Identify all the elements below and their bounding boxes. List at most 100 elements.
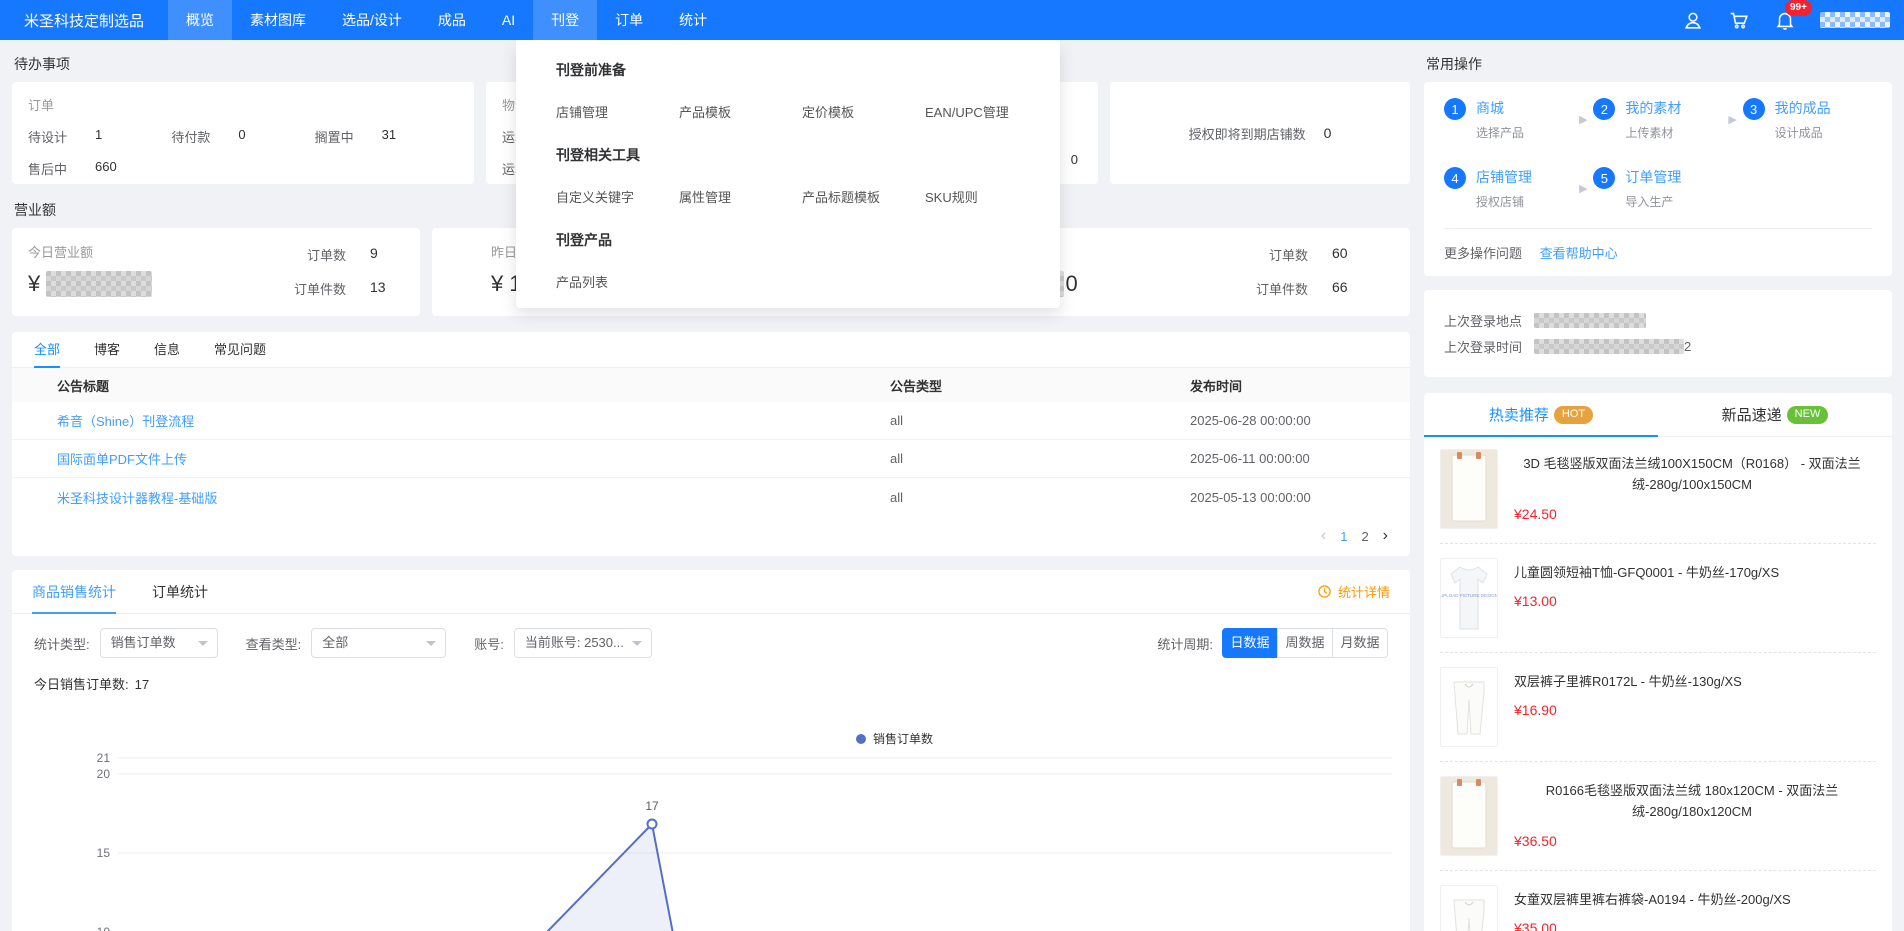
announcement-tab-faq[interactable]: 常见问题 (214, 332, 266, 368)
chart-peak-point[interactable] (648, 820, 657, 829)
menu-item-title-template[interactable]: 产品标题模板 (802, 187, 925, 206)
yesterday-piece-count: 订单件数 66 (1256, 279, 1366, 298)
yesterday-order-count: 订单数 60 (1256, 245, 1366, 264)
step-arrow-icon: ▶ (1573, 167, 1593, 210)
stat-type-select[interactable]: 销售订单数 (100, 628, 218, 658)
menu-item-pricing-template[interactable]: 定价模板 (802, 102, 925, 121)
pagination-page-2[interactable]: 2 (1361, 529, 1368, 544)
today-sales-count: 今日销售订单数:17 (12, 658, 1410, 693)
tab-hot-sellers[interactable]: 热卖推荐 HOT (1424, 393, 1658, 436)
pagination-next-icon[interactable]: › (1383, 527, 1388, 545)
common-ops-footer: 更多操作问题 查看帮助中心 (1444, 229, 1872, 262)
svg-text:UPLOAD PICTURE DESIGN: UPLOAD PICTURE DESIGN (1441, 593, 1497, 598)
product-image-blanket (1440, 449, 1498, 529)
announcement-link[interactable]: 国际面单PDF文件上传 (57, 449, 890, 468)
redacted-login-time (1534, 339, 1684, 354)
product-title: 女童双层裤里裤右裤袋-A0194 - 牛奶丝-200g/XS (1514, 889, 1870, 910)
view-type-select[interactable]: 全部 (311, 628, 446, 658)
announcement-link[interactable]: 米圣科技设计器教程-基础版 (57, 488, 890, 507)
publish-menu-section: 刊登前准备 店铺管理 产品模板 定价模板 EAN/UPC管理 (556, 60, 1060, 121)
svg-text:21: 21 (97, 751, 111, 765)
account-select[interactable]: 当前账号: 2530... (514, 628, 652, 658)
step-mall[interactable]: 1 商城选择产品 (1444, 98, 1573, 141)
stat-pending-payment[interactable]: 待付款 0 (171, 127, 314, 146)
publish-menu-section: 刊登产品 产品列表 (556, 230, 1060, 291)
announcement-tab-info[interactable]: 信息 (154, 332, 180, 368)
help-center-link[interactable]: 查看帮助中心 (1540, 246, 1618, 261)
product-image-blanket (1440, 776, 1498, 856)
period-month-button[interactable]: 月数据 (1332, 628, 1388, 658)
menu-item-ean-upc[interactable]: EAN/UPC管理 (925, 102, 1048, 121)
product-tabs: 热卖推荐 HOT 新品速递 NEW (1424, 393, 1892, 437)
pagination-prev-icon[interactable]: ‹ (1321, 527, 1326, 545)
nav-item-statistics[interactable]: 统计 (661, 0, 725, 40)
common-ops-card: 1 商城选择产品 ▶ 2 我的素材上传素材 ▶ 3 我的成品设计成品 4 (1424, 82, 1892, 276)
product-list-item[interactable]: 3D 毛毯竖版双面法兰绒100X150CM（R0168） - 双面法兰绒-280… (1424, 437, 1892, 541)
menu-item-sku-rules[interactable]: SKU规则 (925, 187, 1048, 206)
sales-line-chart: 21 20 15 10 17 (24, 740, 1404, 931)
pagination-page-1[interactable]: 1 (1340, 529, 1347, 544)
publish-menu-section-title: 刊登相关工具 (556, 145, 1060, 165)
product-price: ¥16.90 (1514, 702, 1870, 718)
menu-item-custom-keywords[interactable]: 自定义关键字 (556, 187, 679, 206)
more-questions-label: 更多操作问题 (1444, 246, 1522, 261)
today-order-count: 订单数 9 (294, 245, 404, 264)
announcement-row: 希音（Shine）刊登流程 all 2025-06-28 00:00:00 (12, 402, 1410, 440)
svg-text:15: 15 (97, 846, 111, 860)
step-my-finished[interactable]: 3 我的成品设计成品 (1743, 98, 1872, 141)
cart-icon[interactable] (1728, 9, 1750, 31)
product-title: 儿童圆领短袖T恤-GFQ0001 - 牛奶丝-170g/XS (1514, 562, 1870, 583)
nav-item-material-library[interactable]: 素材图库 (232, 0, 324, 40)
nav-item-select-design[interactable]: 选品/设计 (324, 0, 420, 40)
announcement-tab-blog[interactable]: 博客 (94, 332, 120, 368)
customer-service-icon[interactable] (1682, 9, 1704, 31)
last-login-card: 上次登录地点 上次登录时间 2 (1424, 290, 1892, 377)
stat-after-sale[interactable]: 售后中 660 (28, 159, 178, 178)
nav-item-publish[interactable]: 刊登 (533, 0, 597, 40)
statistics-card: 商品销售统计 订单统计 统计详情 统计类型: 销售订单数 查看类型: 全部 账号… (12, 570, 1410, 931)
publish-dropdown-menu: 刊登前准备 店铺管理 产品模板 定价模板 EAN/UPC管理 刊登相关工具 自定… (516, 40, 1060, 308)
step-my-materials[interactable]: 2 我的素材上传素材 (1593, 98, 1722, 141)
announcement-link[interactable]: 希音（Shine）刊登流程 (57, 411, 890, 430)
recommended-products-card: 热卖推荐 HOT 新品速递 NEW 3D 毛毯竖版双面法兰绒100X150CM（… (1424, 393, 1892, 931)
period-day-button[interactable]: 日数据 (1222, 628, 1278, 658)
today-piece-count: 订单件数 13 (294, 279, 404, 298)
last-login-time: 上次登录时间 2 (1444, 337, 1872, 356)
menu-item-attribute-management[interactable]: 属性管理 (679, 187, 802, 206)
nav-item-finished[interactable]: 成品 (420, 0, 484, 40)
menu-item-product-template[interactable]: 产品模板 (679, 102, 802, 121)
nav-item-overview[interactable]: 概览 (168, 0, 232, 40)
product-price: ¥36.50 (1514, 833, 1870, 849)
menu-item-shop-management[interactable]: 店铺管理 (556, 102, 679, 121)
step-shop-management[interactable]: 4 店铺管理授权店铺 (1444, 167, 1573, 210)
tab-product-sales-stats[interactable]: 商品销售统计 (32, 570, 116, 614)
announcement-tab-all[interactable]: 全部 (34, 332, 60, 368)
stat-pending-design[interactable]: 待设计 1 (28, 127, 171, 146)
stats-detail-link[interactable]: 统计详情 (1317, 582, 1390, 601)
announcement-row: 国际面单PDF文件上传 all 2025-06-11 00:00:00 (12, 440, 1410, 478)
stat-on-hold[interactable]: 搁置中 31 (315, 127, 458, 146)
product-price: ¥35.00 (1514, 920, 1870, 931)
navbar-right: 99+ (1682, 9, 1904, 31)
tab-order-stats[interactable]: 订单统计 (152, 570, 208, 614)
period-week-button[interactable]: 周数据 (1277, 628, 1333, 658)
product-title: R0166毛毯竖版双面法兰绒 180x120CM - 双面法兰绒-280g/18… (1514, 780, 1870, 823)
announcement-table-header: 公告标题 公告类型 发布时间 (12, 368, 1410, 402)
product-list-item[interactable]: 女童双层裤里裤右裤袋-A0194 - 牛奶丝-200g/XS ¥35.00 (1424, 873, 1892, 931)
statistics-header: 商品销售统计 订单统计 统计详情 (12, 570, 1410, 614)
nav-item-orders[interactable]: 订单 (597, 0, 661, 40)
step-order-management[interactable]: 5 订单管理导入生产 (1593, 167, 1722, 210)
product-list-item[interactable]: UPLOAD PICTURE DESIGN 儿童圆领短袖T恤-GFQ0001 -… (1424, 546, 1892, 650)
product-image-shorts (1440, 885, 1498, 931)
chart-peak-label: 17 (645, 799, 659, 813)
user-account-redacted[interactable] (1820, 12, 1890, 28)
menu-item-product-list[interactable]: 产品列表 (556, 272, 679, 291)
tab-new-arrivals[interactable]: 新品速递 NEW (1658, 393, 1892, 436)
product-image-tshirt: UPLOAD PICTURE DESIGN (1440, 558, 1498, 638)
notifications-bell-icon[interactable]: 99+ (1774, 9, 1796, 31)
today-revenue-card: 今日营业额 ¥ 订单数 9 订单件数 13 (12, 228, 420, 316)
nav-item-ai[interactable]: AI (484, 0, 533, 40)
product-list-item[interactable]: R0166毛毯竖版双面法兰绒 180x120CM - 双面法兰绒-280g/18… (1424, 764, 1892, 868)
publish-menu-section-title: 刊登前准备 (556, 60, 1060, 80)
product-list-item[interactable]: 双层裤子里裤R0172L - 牛奶丝-130g/XS ¥16.90 (1424, 655, 1892, 759)
